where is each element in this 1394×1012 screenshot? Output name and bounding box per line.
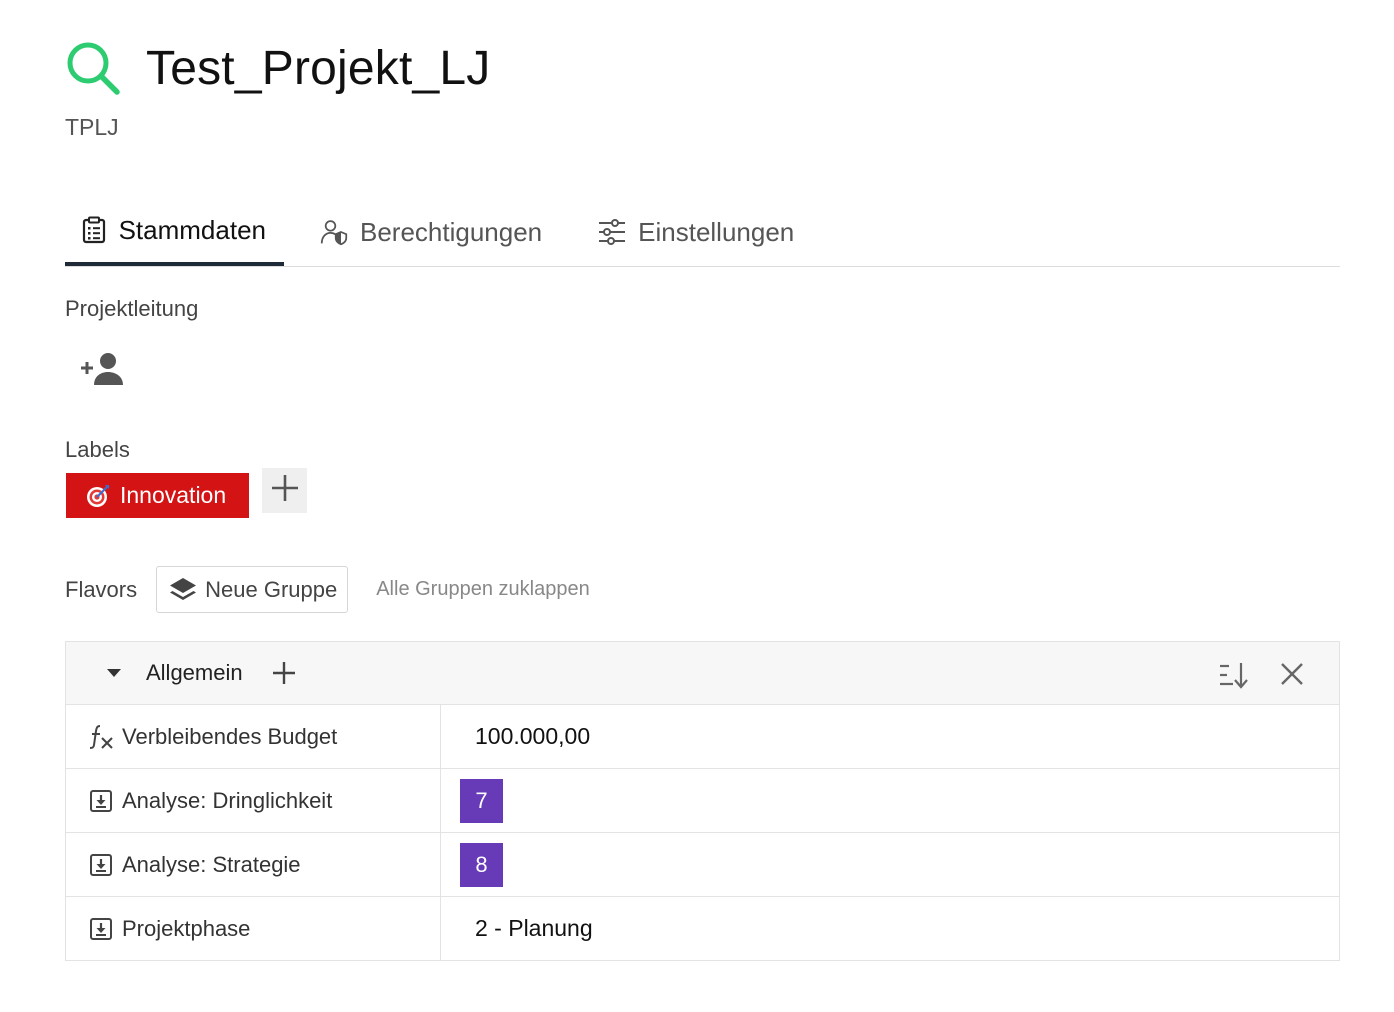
value-badge: 8 xyxy=(460,842,503,887)
tab-label: Berechtigungen xyxy=(360,216,543,247)
field-key: Analyse: Dringlichkeit xyxy=(66,769,441,832)
import-icon xyxy=(88,852,114,878)
tab-stammdaten[interactable]: Stammdaten xyxy=(65,198,284,266)
new-group-label: Neue Gruppe xyxy=(205,576,338,602)
table-row: Projektphase 2 - Planung xyxy=(66,897,1339,960)
label-chip-innovation[interactable]: Innovation xyxy=(66,473,249,518)
new-group-button[interactable]: Neue Gruppe xyxy=(156,566,349,613)
field-key-label: Analyse: Strategie xyxy=(122,851,301,877)
plus-icon xyxy=(270,473,300,508)
table-row: Analyse: Dringlichkeit 7 xyxy=(66,769,1339,833)
clipboard-icon xyxy=(82,216,107,244)
tab-bar: Stammdaten Berechtigungen Einstellungen xyxy=(65,198,1340,267)
sliders-icon xyxy=(598,218,626,246)
field-key: Analyse: Strategie xyxy=(66,833,441,896)
value-badge: 7 xyxy=(460,778,503,823)
labels-label: Labels xyxy=(65,437,130,462)
field-value[interactable]: 100.000,00 xyxy=(441,705,1339,768)
tab-einstellungen[interactable]: Einstellungen xyxy=(580,198,812,266)
field-value[interactable]: 7 xyxy=(441,769,1339,832)
tab-label: Stammdaten xyxy=(118,214,266,245)
group-header: Allgemein xyxy=(66,642,1339,705)
add-person-icon[interactable] xyxy=(80,350,126,390)
caret-down-icon[interactable] xyxy=(104,663,124,683)
page-title: Test_Projekt_LJ xyxy=(146,41,491,95)
add-label-button[interactable] xyxy=(262,468,307,513)
function-icon xyxy=(88,724,114,750)
target-icon xyxy=(86,484,110,508)
field-key-label: Verbleibendes Budget xyxy=(122,723,338,749)
tab-berechtigungen[interactable]: Berechtigungen xyxy=(302,198,560,266)
field-key-label: Projektphase xyxy=(122,915,251,941)
page-header: Test_Projekt_LJ xyxy=(65,38,491,98)
label-chip-text: Innovation xyxy=(120,482,227,508)
project-code: TPLJ xyxy=(65,114,119,140)
flavors-toolbar: Flavors Neue Gruppe Alle Gruppen zuklapp… xyxy=(65,566,590,613)
sort-icon[interactable] xyxy=(1219,660,1251,690)
table-row: Verbleibendes Budget 100.000,00 xyxy=(66,705,1339,769)
collapse-all-groups-link[interactable]: Alle Gruppen zuklappen xyxy=(376,578,589,601)
flavors-label: Flavors xyxy=(65,576,138,602)
import-icon xyxy=(88,788,114,814)
field-key: Verbleibendes Budget xyxy=(66,705,441,768)
tab-label: Einstellungen xyxy=(638,216,795,247)
field-key: Projektphase xyxy=(66,897,441,960)
field-key-label: Analyse: Dringlichkeit xyxy=(122,787,333,813)
flavor-group-allgemein: Allgemein Verbleibendes Budget 100.000,0… xyxy=(65,641,1340,961)
field-value[interactable]: 2 - Planung xyxy=(441,897,1339,960)
layers-icon xyxy=(169,576,197,604)
search-icon xyxy=(65,38,121,98)
add-field-icon[interactable] xyxy=(271,660,297,686)
user-shield-icon xyxy=(320,218,348,246)
table-row: Analyse: Strategie 8 xyxy=(66,833,1339,897)
import-icon xyxy=(88,916,114,942)
close-icon[interactable] xyxy=(1279,661,1305,687)
group-name: Allgemein xyxy=(146,660,243,685)
field-value[interactable]: 8 xyxy=(441,833,1339,896)
projektleitung-label: Projektleitung xyxy=(65,296,199,321)
